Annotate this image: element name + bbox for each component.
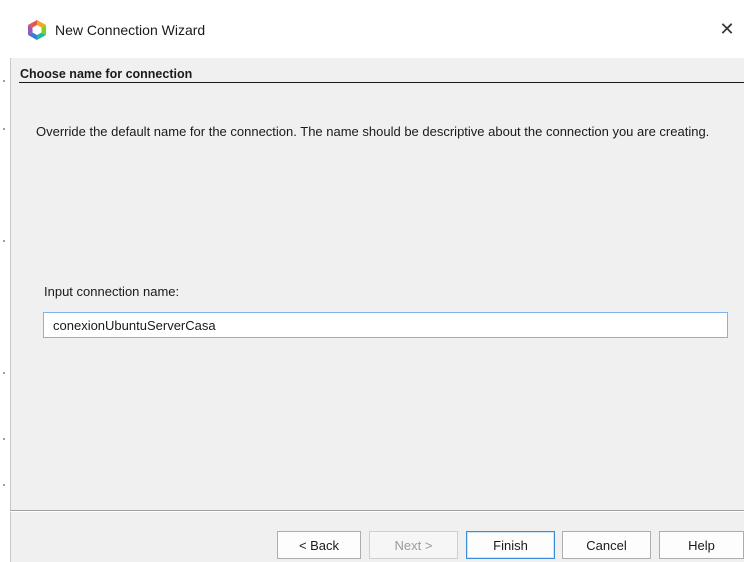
description-text: Override the default name for the connec… xyxy=(36,124,710,139)
help-button[interactable]: Help xyxy=(659,531,744,559)
finish-button[interactable]: Finish xyxy=(466,531,555,559)
next-button[interactable]: Next > xyxy=(369,531,458,559)
connection-name-label: Input connection name: xyxy=(44,284,180,299)
hexagon-app-icon xyxy=(28,20,46,40)
close-icon: ✕ xyxy=(719,19,735,39)
close-button[interactable]: ✕ xyxy=(710,14,744,44)
window-title: New Connection Wizard xyxy=(55,22,206,38)
section-title: Choose name for connection xyxy=(20,67,193,81)
cancel-button[interactable]: Cancel xyxy=(562,531,651,559)
connection-name-input[interactable] xyxy=(43,312,728,338)
section-header: Choose name for connection xyxy=(19,58,744,83)
footer-separator xyxy=(10,510,744,512)
background-window-edge xyxy=(0,0,11,562)
title-bar: New Connection Wizard ✕ xyxy=(10,0,744,58)
back-button[interactable]: < Back xyxy=(277,531,361,559)
